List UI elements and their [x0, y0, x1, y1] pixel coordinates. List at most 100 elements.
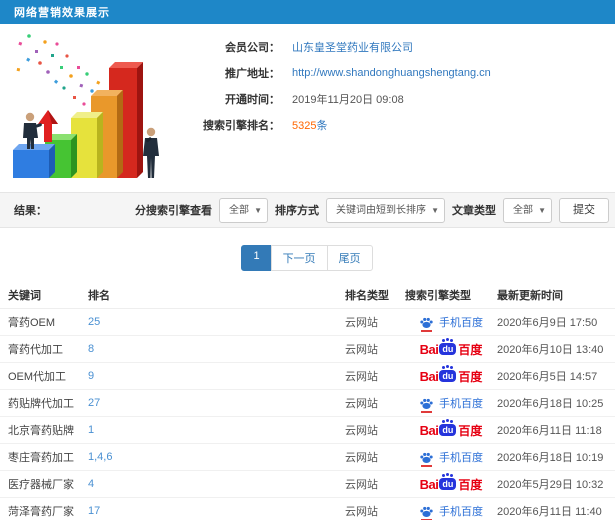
filter-bar: 结果： 分搜索引擎查看 全部 ▼ 排序方式 关键词由短到长排序 ▼ 文章类型 全部 ▼… [0, 192, 615, 228]
keyword-cell: 北京膏药贴牌 [8, 425, 74, 437]
rank-link[interactable]: 1,4,6 [88, 451, 345, 463]
baidu-paw-icon [419, 504, 434, 520]
baidu-pc-logo: Bai du 百度 [420, 366, 482, 385]
update-time-cell: 2020年6月18日 10:19 [497, 452, 604, 464]
keyword-cell: 菏泽膏药厂家 [8, 506, 74, 518]
rank-count-label: 搜索引擎排名： [203, 120, 280, 132]
sort-label: 排序方式 [275, 205, 319, 217]
rank-link[interactable]: 27 [88, 397, 345, 409]
info-row-opened: 开通时间： 2019年11月20日 09:08 [180, 86, 615, 112]
baidu-mobile-logo: 手机百度 [419, 314, 483, 332]
baidu-paw-icon [419, 450, 434, 467]
engine-filter-label: 分搜索引擎查看 [135, 205, 212, 217]
baidu-paw-icon [419, 396, 434, 413]
page-1-button[interactable]: 1 [241, 245, 272, 271]
table-row: OEM代加工 9 云网站 Bai du 百度 2020年6月5日 14:57 [0, 363, 615, 390]
keyword-cell: OEM代加工 [8, 371, 67, 383]
businessman-left [23, 112, 42, 149]
rank-link[interactable]: 9 [88, 370, 345, 382]
rank-type-cell: 云网站 [345, 317, 378, 329]
businessman-right [143, 127, 159, 178]
header-update-time: 最新更新时间 [497, 290, 563, 302]
rank-type-cell: 云网站 [345, 479, 378, 491]
update-time-cell: 2020年5月29日 10:32 [497, 479, 604, 491]
table-row: 药贴牌代加工 27 云网站 手机百度 2020年6月18日 10:25 [0, 390, 615, 417]
table-row: 北京膏药贴牌 1 云网站 Bai du 百度 2020年6月11日 11:18 [0, 417, 615, 444]
open-time-label: 开通时间： [225, 94, 280, 106]
info-row-url: 推广地址： http://www.shandonghuangshengtang.… [180, 60, 615, 86]
engine-cell: Bai du 百度 [405, 366, 497, 385]
pagination: 1 下一页 尾页 [0, 245, 615, 271]
table-row: 膏药代加工 8 云网站 Bai du 百度 2020年6月10日 13:40 [0, 336, 615, 363]
keyword-cell: 医疗器械厂家 [8, 479, 74, 491]
table-body: 膏药OEM 25 云网站 手机百度 2020年6月9日 17:50 膏药代加工 8 云网站 Ba… [0, 309, 615, 520]
rank-link[interactable]: 1 [88, 424, 345, 436]
baidu-mobile-logo: 手机百度 [419, 503, 483, 520]
table-header-row: 关键词 排名 排名类型 搜索引擎类型 最新更新时间 [0, 282, 615, 309]
update-time-cell: 2020年6月11日 11:18 [497, 425, 602, 437]
rank-link[interactable]: 25 [88, 316, 345, 328]
rank-type-cell: 云网站 [345, 344, 378, 356]
rank-count-number: 5325 [292, 120, 317, 132]
keyword-cell: 膏药OEM [8, 317, 56, 329]
promo-url-link[interactable]: http://www.shandonghuangshengtang.cn [292, 67, 491, 79]
rank-type-cell: 云网站 [345, 425, 378, 437]
rank-link[interactable]: 4 [88, 478, 345, 490]
last-page-button[interactable]: 尾页 [326, 245, 373, 271]
engine-cell: Bai du 百度 [405, 420, 497, 439]
next-page-button[interactable]: 下一页 [270, 245, 328, 271]
sort-select[interactable]: 关键词由短到长排序 ▼ [326, 197, 445, 223]
rank-link[interactable]: 8 [88, 343, 345, 355]
engine-filter-select[interactable]: 全部 ▼ [219, 197, 268, 223]
submit-button[interactable]: 提交 [559, 197, 609, 223]
article-type-select[interactable]: 全部 ▼ [503, 197, 552, 223]
result-label: 结果： [14, 205, 47, 217]
chevron-down-icon: ▼ [254, 205, 262, 215]
baidu-mobile-logo: 手机百度 [419, 449, 483, 467]
table-row: 医疗器械厂家 4 云网站 Bai du 百度 2020年5月29日 10:32 [0, 471, 615, 498]
update-time-cell: 2020年6月11日 11:40 [497, 506, 602, 518]
title-bar: 网络营销效果展示 [0, 0, 615, 24]
engine-cell: Bai du 百度 [405, 339, 497, 358]
keyword-cell: 枣庄膏药加工 [8, 452, 74, 464]
header-engine-type: 搜索引擎类型 [405, 290, 471, 302]
info-row-rank-count: 搜索引擎排名： 5325条 [180, 112, 615, 138]
rank-type-cell: 云网站 [345, 452, 378, 464]
article-type-label: 文章类型 [452, 205, 496, 217]
baidu-pc-logo: Bai du 百度 [420, 420, 482, 439]
baidu-pc-logo: Bai du 百度 [420, 339, 482, 358]
company-link[interactable]: 山东皇圣堂药业有限公司 [292, 39, 413, 55]
rank-link[interactable]: 17 [88, 505, 345, 517]
growth-bar-chart-illustration [13, 34, 159, 178]
keyword-cell: 膏药代加工 [8, 344, 63, 356]
ranking-table: 关键词 排名 排名类型 搜索引擎类型 最新更新时间 膏药OEM 25 云网站 手机百度… [0, 282, 615, 520]
page-title: 网络营销效果展示 [14, 7, 110, 19]
table-row: 菏泽膏药厂家 17 云网站 手机百度 2020年6月11日 11:40 [0, 498, 615, 520]
table-row: 枣庄膏药加工 1,4,6 云网站 手机百度 2020年6月18日 10:19 [0, 444, 615, 471]
chevron-down-icon: ▼ [538, 205, 546, 215]
engine-cell: 手机百度 [405, 314, 497, 332]
info-rows: 会员公司： 山东皇圣堂药业有限公司 推广地址： http://www.shand… [180, 24, 615, 138]
table-row: 膏药OEM 25 云网站 手机百度 2020年6月9日 17:50 [0, 309, 615, 336]
rank-count-value: 5325条 [292, 117, 327, 133]
header-rank: 排名 [88, 290, 110, 302]
baidu-paw-icon [419, 315, 434, 332]
update-time-cell: 2020年6月10日 13:40 [497, 344, 604, 356]
company-label: 会员公司： [225, 42, 280, 54]
header-keyword: 关键词 [8, 290, 41, 302]
engine-cell: 手机百度 [405, 449, 497, 467]
rank-type-cell: 云网站 [345, 506, 378, 518]
rank-type-cell: 云网站 [345, 371, 378, 383]
chevron-down-icon: ▼ [431, 205, 439, 215]
promo-url-label: 推广地址： [225, 68, 280, 80]
baidu-pc-logo: Bai du 百度 [420, 474, 482, 493]
keyword-cell: 药贴牌代加工 [8, 398, 74, 410]
update-time-cell: 2020年6月5日 14:57 [497, 371, 598, 383]
update-time-cell: 2020年6月9日 17:50 [497, 317, 598, 329]
rank-type-cell: 云网站 [345, 398, 378, 410]
baidu-mobile-logo: 手机百度 [419, 395, 483, 413]
bar-blue [13, 144, 55, 178]
update-time-cell: 2020年6月18日 10:25 [497, 398, 604, 410]
open-time-value: 2019年11月20日 09:08 [292, 94, 404, 106]
engine-cell: 手机百度 [405, 395, 497, 413]
